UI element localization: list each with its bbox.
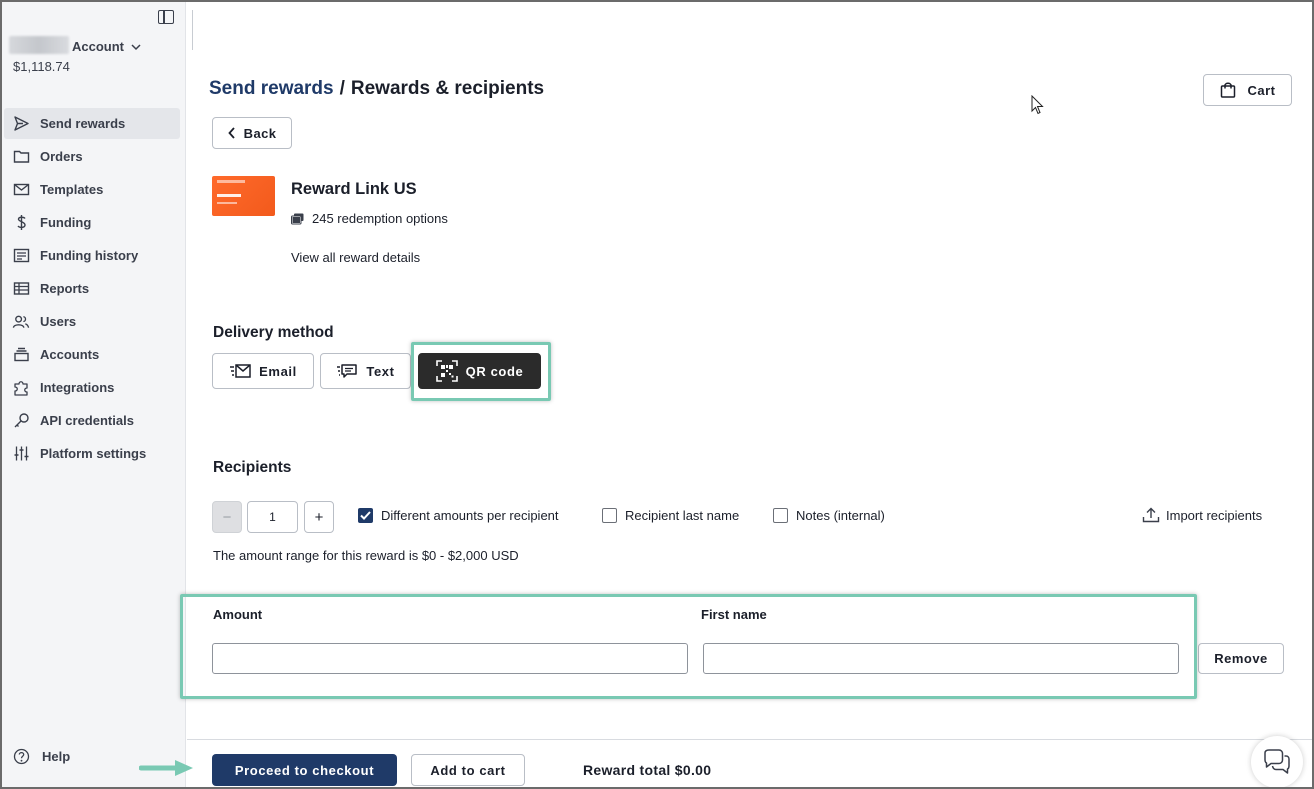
- help-icon: [12, 747, 30, 765]
- sidebar-item-templates[interactable]: Templates: [4, 174, 180, 205]
- sidebar-item-label: Integrations: [40, 380, 115, 395]
- app-window: Account $1,118.74 Send rewards Orders Te…: [0, 0, 1314, 789]
- delivery-text-button[interactable]: Text: [320, 353, 411, 389]
- checkbox-label: Different amounts per recipient: [381, 508, 559, 523]
- chat-button[interactable]: [1251, 736, 1303, 787]
- proceed-to-checkout-button[interactable]: Proceed to checkout: [212, 754, 397, 786]
- redemption-options: 245 redemption options: [291, 211, 448, 226]
- different-amounts-checkbox[interactable]: Different amounts per recipient: [358, 508, 559, 523]
- sidebar-item-label: Reports: [40, 281, 90, 296]
- breadcrumb-send-rewards-link[interactable]: Send rewards: [209, 78, 334, 99]
- envelope-icon: [12, 181, 30, 199]
- footer-bar: Proceed to checkout Add to cart Reward t…: [187, 739, 1312, 787]
- upload-icon: [1142, 507, 1160, 523]
- reward-card-image: [212, 176, 275, 216]
- shopping-bag-icon: [1221, 82, 1236, 98]
- sidebar-item-label: Send rewards: [40, 116, 126, 131]
- remove-recipient-button[interactable]: Remove: [1198, 643, 1284, 674]
- sidebar-item-reports[interactable]: Reports: [4, 273, 180, 304]
- divider: [192, 10, 193, 50]
- sidebar: Account $1,118.74 Send rewards Orders Te…: [2, 2, 186, 787]
- receipt-icon: [12, 247, 30, 265]
- key-icon: [12, 412, 30, 430]
- sms-icon: [337, 364, 358, 378]
- sidebar-item-api-credentials[interactable]: API credentials: [4, 405, 180, 436]
- sidebar-item-funding-history[interactable]: Funding history: [4, 240, 180, 271]
- back-button[interactable]: Back: [212, 117, 292, 149]
- checkbox-unchecked[interactable]: [602, 508, 617, 523]
- delivery-method-title: Delivery method: [213, 324, 334, 341]
- checkbox-checked[interactable]: [358, 508, 373, 523]
- sidebar-item-integrations[interactable]: Integrations: [4, 372, 180, 403]
- checkbox-unchecked[interactable]: [773, 508, 788, 523]
- cards-icon: [291, 213, 304, 224]
- page-title: Rewards & recipients: [350, 78, 545, 99]
- check-icon: [360, 511, 371, 520]
- sidebar-item-funding[interactable]: Funding: [4, 207, 180, 238]
- import-recipients-label: Import recipients: [1166, 507, 1263, 523]
- back-label: Back: [243, 125, 277, 141]
- redemption-options-text: 245 redemption options: [312, 211, 448, 226]
- chat-icon: [1264, 749, 1290, 774]
- account-name-redacted: [9, 36, 69, 54]
- sidebar-item-label: API credentials: [40, 413, 134, 428]
- mouse-cursor-icon: [1031, 95, 1044, 115]
- users-icon: [12, 313, 30, 331]
- notes-internal-checkbox[interactable]: Notes (internal): [773, 508, 885, 523]
- account-balance: $1,118.74: [13, 59, 70, 74]
- chevron-left-icon: [227, 127, 235, 139]
- chevron-down-icon: [131, 44, 141, 51]
- recipient-last-name-checkbox[interactable]: Recipient last name: [602, 508, 739, 523]
- cart-label: Cart: [1247, 82, 1276, 98]
- account-label: Account: [72, 39, 124, 54]
- sidebar-nav: Send rewards Orders Templates Funding Fu…: [4, 108, 180, 471]
- send-icon: [12, 115, 30, 133]
- sidebar-item-orders[interactable]: Orders: [4, 141, 180, 172]
- sidebar-collapse-icon[interactable]: [158, 10, 174, 24]
- increment-button[interactable]: +: [304, 501, 334, 533]
- sidebar-item-platform-settings[interactable]: Platform settings: [4, 438, 180, 469]
- sidebar-item-label: Platform settings: [40, 446, 147, 461]
- sidebar-item-label: Templates: [40, 182, 104, 197]
- sidebar-item-label: Accounts: [40, 347, 100, 362]
- checkbox-label: Recipient last name: [625, 508, 740, 523]
- pointer-arrow-icon: [139, 760, 193, 776]
- folder-icon: [12, 148, 30, 166]
- reward-title: Reward Link US: [291, 180, 417, 198]
- recipient-count-input[interactable]: 1: [247, 501, 298, 533]
- sidebar-item-label: Users: [40, 314, 77, 329]
- email-label: Email: [259, 363, 297, 379]
- email-icon: [230, 364, 251, 378]
- sidebar-item-help[interactable]: Help: [12, 747, 70, 765]
- main-content: Send rewards / Rewards & recipients Cart B…: [180, 2, 1312, 787]
- sidebar-item-label: Funding history: [40, 248, 139, 263]
- decrement-button[interactable]: −: [212, 501, 242, 533]
- import-recipients-link[interactable]: Import recipients: [1142, 507, 1262, 523]
- puzzle-icon: [12, 379, 30, 397]
- sliders-icon: [12, 445, 30, 463]
- stack-icon: [12, 346, 30, 364]
- dollar-icon: [12, 214, 30, 232]
- sidebar-item-users[interactable]: Users: [4, 306, 180, 337]
- help-label: Help: [42, 748, 71, 764]
- sidebar-item-accounts[interactable]: Accounts: [4, 339, 180, 370]
- account-dropdown[interactable]: Account: [72, 39, 141, 54]
- view-reward-details-link[interactable]: View all reward details: [291, 250, 420, 265]
- qr-code-highlight: [411, 342, 551, 401]
- add-to-cart-button[interactable]: Add to cart: [411, 754, 525, 786]
- checkbox-label: Notes (internal): [796, 508, 885, 523]
- breadcrumb-separator: /: [339, 78, 345, 99]
- breadcrumb: Send rewards / Rewards & recipients: [209, 78, 544, 100]
- cart-button[interactable]: Cart: [1203, 74, 1292, 106]
- sidebar-item-label: Funding: [40, 215, 92, 230]
- reward-total: Reward total $0.00: [583, 762, 712, 778]
- delivery-email-button[interactable]: Email: [212, 353, 314, 389]
- sidebar-item-label: Orders: [40, 149, 83, 164]
- recipients-title: Recipients: [213, 459, 292, 476]
- recipient-row-highlight: [180, 594, 1197, 699]
- sidebar-item-send-rewards[interactable]: Send rewards: [4, 108, 180, 139]
- table-icon: [12, 280, 30, 298]
- text-label: Text: [366, 363, 395, 379]
- amount-range-text: The amount range for this reward is $0 -…: [213, 548, 519, 563]
